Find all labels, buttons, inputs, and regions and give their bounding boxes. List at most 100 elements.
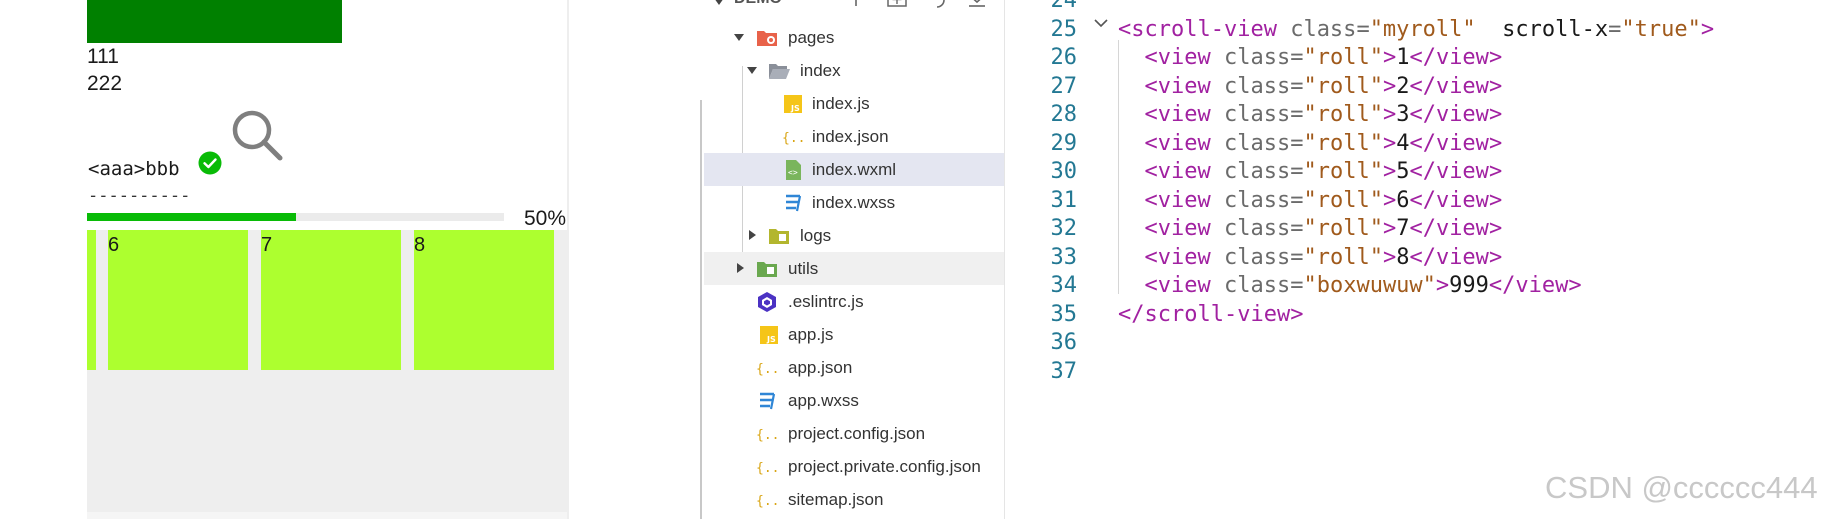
file-explorer: DEMO pages index JS index.js {..} index.…	[704, 0, 1005, 519]
line-number: 37	[1050, 358, 1078, 384]
tree-item-label: sitemap.json	[788, 490, 884, 509]
tree-item-logs[interactable]: logs	[704, 219, 1004, 252]
progress-bar	[87, 213, 504, 221]
text-line-2: 222	[87, 72, 123, 95]
code-line[interactable]: <view class="boxwuwuw">999</view>	[1118, 273, 1582, 298]
chevron-down-icon	[714, 0, 724, 5]
tree-item-label: index.js	[812, 94, 870, 113]
code-line[interactable]: <view class="roll">4</view>	[1118, 131, 1503, 156]
chevron-right-icon	[749, 230, 756, 240]
collapse-all-icon[interactable]	[966, 0, 988, 8]
scroll-view[interactable]: 6 7 8	[87, 230, 567, 512]
simulator-bottom-edge	[87, 512, 567, 519]
line-number: 30	[1050, 159, 1078, 184]
line-number: 36	[1050, 330, 1078, 355]
refresh-icon[interactable]	[926, 0, 948, 8]
tree-item-label: project.private.config.json	[788, 457, 981, 476]
code-line[interactable]: <view class="roll">8</view>	[1118, 245, 1503, 270]
line-number: 28	[1050, 102, 1078, 127]
tree-item-label: index	[800, 61, 841, 80]
tree-item-label: project.config.json	[788, 424, 926, 443]
explorer-root-label: DEMO	[734, 0, 782, 8]
line-number: 29	[1050, 130, 1078, 156]
svg-text:JS: JS	[766, 335, 776, 344]
progress-percent: 50%	[524, 207, 567, 230]
json-file-icon: {..}	[756, 461, 778, 476]
tree-item-app-json[interactable]: {..} app.json	[704, 351, 1004, 384]
tree-item-label: pages	[788, 28, 835, 47]
folder-icon	[769, 229, 789, 244]
code-line[interactable]: </scroll-view>	[1118, 302, 1303, 327]
svg-text:{..}: {..}	[782, 131, 804, 146]
tree-item-sitemap[interactable]: {..} sitemap.json	[704, 483, 1004, 516]
roll-item-partial	[87, 230, 96, 370]
roll-label: 8	[414, 234, 426, 256]
tree-item-pages[interactable]: pages	[704, 21, 1004, 54]
tree-item-project-config[interactable]: {..} project.config.json	[704, 417, 1004, 450]
green-block	[87, 0, 342, 43]
folder-icon	[757, 262, 777, 277]
escaped-text: <aaa>bbb	[88, 158, 180, 180]
line-number: 34	[1050, 273, 1078, 298]
tree-item-index-js[interactable]: JS index.js	[704, 87, 1004, 120]
code-editor[interactable]: 24 25 <scroll-view class="myroll" scroll-x…	[1005, 0, 1847, 519]
code-line[interactable]: <view class="roll">5</view>	[1118, 159, 1503, 184]
chevron-down-icon	[734, 34, 744, 41]
js-file-icon: JS	[760, 326, 778, 344]
success-icon	[198, 151, 222, 175]
new-file-icon[interactable]	[846, 0, 866, 8]
tree-item-app-js[interactable]: JS app.js	[704, 318, 1004, 351]
svg-text:<>: <>	[788, 168, 798, 177]
tree-item-index-wxss[interactable]: index.wxss	[704, 186, 1004, 219]
json-file-icon: {..}	[756, 428, 778, 443]
tree-item-project-private-config[interactable]: {..} project.private.config.json	[704, 450, 1004, 483]
code-line[interactable]: <scroll-view class="myroll" scroll-x="tr…	[1118, 17, 1714, 42]
panel-divider[interactable]	[700, 100, 702, 519]
tree-item-index-json[interactable]: {..} index.json	[704, 120, 1004, 153]
svg-text:{..}: {..}	[756, 461, 778, 476]
tree-item-index[interactable]: index	[704, 54, 1004, 87]
indent-guide	[1118, 40, 1119, 294]
tree-item-label: app.json	[788, 358, 853, 377]
tree-item-index-wxml[interactable]: <> index.wxml	[704, 153, 1004, 186]
code-line[interactable]: <view class="roll">2</view>	[1118, 74, 1503, 99]
new-folder-icon[interactable]	[886, 0, 908, 8]
explorer-header[interactable]: DEMO	[704, 0, 1004, 14]
json-file-icon: {..}	[782, 131, 804, 146]
simulator-left-gutter	[0, 0, 87, 519]
line-number: 33	[1050, 244, 1078, 270]
line-number: 35	[1050, 301, 1078, 327]
roll-label: 7	[261, 234, 273, 256]
eslint-icon	[758, 292, 776, 312]
wxss-file-icon	[786, 194, 802, 212]
code-line[interactable]: <view class="roll">3</view>	[1118, 102, 1503, 127]
tree-item-label: index.json	[812, 127, 889, 146]
json-file-icon: {..}	[756, 494, 778, 509]
tree-item-label: index.wxss	[812, 193, 896, 212]
line-number: 25	[1050, 16, 1078, 42]
code-line[interactable]: <view class="roll">6</view>	[1118, 188, 1503, 213]
progress-fill	[87, 213, 296, 221]
json-file-icon: {..}	[756, 362, 778, 377]
line-number: 27	[1050, 73, 1078, 99]
tree-item-label: app.wxss	[788, 391, 859, 410]
chevron-right-icon	[737, 263, 744, 273]
fold-chevron-icon[interactable]	[1093, 16, 1109, 30]
line-number: 32	[1050, 216, 1078, 241]
tree-item-app-wxss[interactable]: app.wxss	[704, 384, 1004, 417]
roll-item-6: 6	[108, 230, 248, 370]
watermark: CSDN @cccccc444	[1545, 470, 1818, 505]
svg-text:{..}: {..}	[756, 494, 778, 509]
code-line[interactable]: <view class="roll">1</view>	[1118, 45, 1503, 70]
roll-label: 6	[108, 234, 120, 256]
svg-text:{..}: {..}	[756, 362, 778, 377]
tree-item-utils[interactable]: utils	[704, 252, 1004, 285]
wxml-file-icon: <>	[786, 160, 801, 180]
js-file-icon: JS	[784, 95, 802, 113]
svg-text:JS: JS	[790, 104, 800, 113]
code-line[interactable]: <view class="roll">7</view>	[1118, 216, 1503, 241]
line-number: 26	[1050, 45, 1078, 70]
tree-item-eslintrc[interactable]: .eslintrc.js	[704, 285, 1004, 318]
roll-item-8: 8	[414, 230, 554, 370]
tree-item-label: utils	[788, 259, 819, 278]
